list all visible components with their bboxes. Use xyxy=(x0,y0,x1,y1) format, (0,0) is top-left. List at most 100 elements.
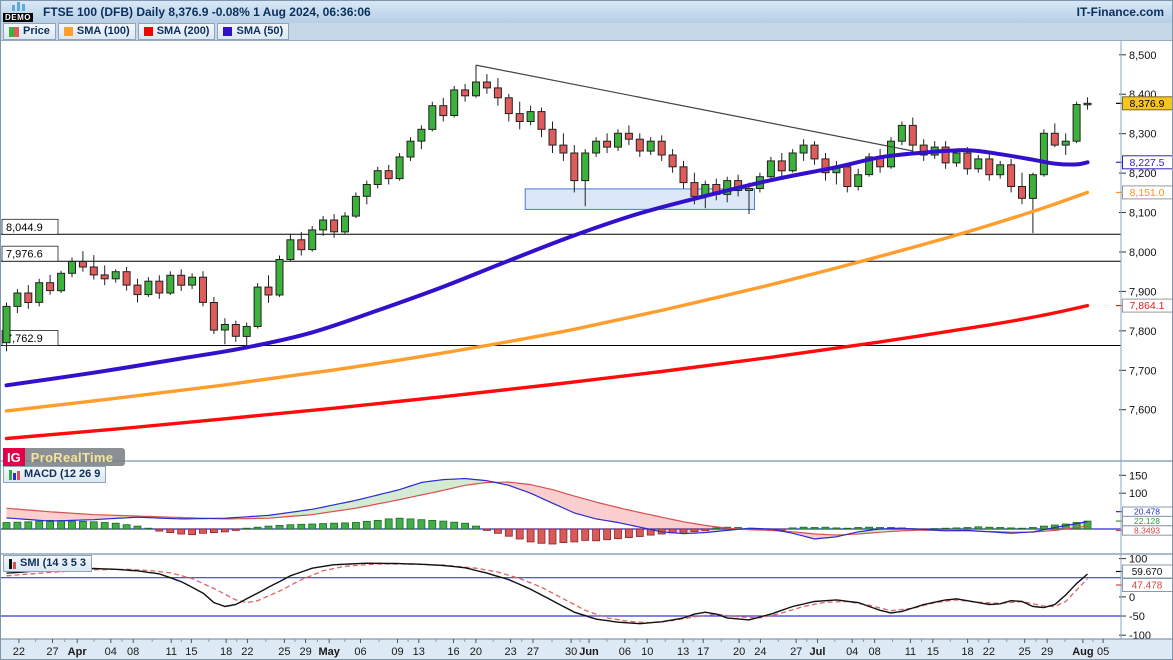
candle-body[interactable] xyxy=(178,275,185,285)
provider-logo[interactable]: IG ProRealTime xyxy=(3,448,125,466)
candle-body[interactable] xyxy=(811,145,818,159)
candle-body[interactable] xyxy=(844,167,851,187)
candle-body[interactable] xyxy=(47,283,54,291)
candle-body[interactable] xyxy=(58,273,65,290)
candle-body[interactable] xyxy=(997,165,1004,175)
legend-tab-price[interactable]: Price xyxy=(3,23,56,40)
candle-body[interactable] xyxy=(1062,141,1069,145)
candle-body[interactable] xyxy=(462,90,469,96)
candle-body[interactable] xyxy=(473,82,480,96)
brand-link[interactable]: IT-Finance.com xyxy=(1077,5,1164,19)
candle-body[interactable] xyxy=(909,125,916,145)
smi-indicator-tab[interactable]: SMI (14 3 5 3 xyxy=(3,555,92,572)
candle-body[interactable] xyxy=(1008,165,1015,187)
candle-body[interactable] xyxy=(145,281,152,294)
candle-body[interactable] xyxy=(669,155,676,167)
candle-body[interactable] xyxy=(647,141,654,151)
candle-body[interactable] xyxy=(1029,175,1036,199)
candle-body[interactable] xyxy=(320,220,327,230)
candle-body[interactable] xyxy=(451,90,458,116)
candle-body[interactable] xyxy=(36,283,43,303)
candle-body[interactable] xyxy=(101,275,108,279)
candle-body[interactable] xyxy=(407,141,414,157)
candle-body[interactable] xyxy=(221,325,228,331)
candle-body[interactable] xyxy=(385,171,392,179)
sma100-line[interactable] xyxy=(7,192,1088,411)
candle-body[interactable] xyxy=(538,112,545,130)
candle-body[interactable] xyxy=(604,141,611,147)
legend-tab-sma-50[interactable]: SMA (50) xyxy=(217,23,289,40)
candle-body[interactable] xyxy=(396,157,403,179)
candle-body[interactable] xyxy=(789,153,796,171)
candle-body[interactable] xyxy=(418,129,425,141)
sma200-line[interactable] xyxy=(7,306,1088,439)
candle-body[interactable] xyxy=(309,230,316,250)
candle-body[interactable] xyxy=(254,287,261,326)
candle-body[interactable] xyxy=(898,125,905,141)
candle-body[interactable] xyxy=(298,240,305,250)
candle-body[interactable] xyxy=(516,114,523,122)
candle-body[interactable] xyxy=(374,171,381,185)
candle-body[interactable] xyxy=(331,220,338,232)
candle-body[interactable] xyxy=(352,196,359,216)
candle-body[interactable] xyxy=(658,141,665,155)
candle-body[interactable] xyxy=(494,88,501,98)
candle-body[interactable] xyxy=(79,262,86,268)
candle-body[interactable] xyxy=(800,145,807,153)
candle-body[interactable] xyxy=(1073,105,1080,142)
candle-body[interactable] xyxy=(560,145,567,153)
candle-body[interactable] xyxy=(440,106,447,116)
candle-body[interactable] xyxy=(200,277,207,302)
candle-body[interactable] xyxy=(582,153,589,181)
candle-body[interactable] xyxy=(1040,133,1047,174)
candle-body[interactable] xyxy=(90,267,97,275)
candle-body[interactable] xyxy=(953,153,960,163)
candle-body[interactable] xyxy=(778,161,785,171)
sma50-line[interactable] xyxy=(7,150,1088,385)
candle-body[interactable] xyxy=(69,262,76,274)
candle-body[interactable] xyxy=(210,303,217,331)
candle-body[interactable] xyxy=(14,293,21,306)
candle-body[interactable] xyxy=(964,153,971,169)
candle-body[interactable] xyxy=(691,183,698,197)
candle-body[interactable] xyxy=(265,287,272,295)
candle-body[interactable] xyxy=(615,133,622,147)
candle-body[interactable] xyxy=(134,285,141,295)
candle-body[interactable] xyxy=(112,272,119,279)
candle-body[interactable] xyxy=(1051,133,1058,145)
candle-body[interactable] xyxy=(1084,103,1091,105)
candle-body[interactable] xyxy=(483,82,490,88)
candle-body[interactable] xyxy=(3,306,10,342)
candle-body[interactable] xyxy=(636,139,643,151)
candle-body[interactable] xyxy=(571,153,578,181)
chart-canvas[interactable]: 8,044.97,976.67,762.98,5008,4008,3008,20… xyxy=(1,41,1173,660)
candle-body[interactable] xyxy=(593,141,600,153)
candle-body[interactable] xyxy=(167,275,174,293)
candle-body[interactable] xyxy=(746,189,753,191)
candle-body[interactable] xyxy=(527,112,534,122)
candle-body[interactable] xyxy=(243,327,250,337)
candle-body[interactable] xyxy=(25,293,32,303)
candle-body[interactable] xyxy=(975,159,982,169)
candle-body[interactable] xyxy=(156,281,163,293)
candle-body[interactable] xyxy=(363,185,370,197)
candle-body[interactable] xyxy=(342,216,349,232)
candle-body[interactable] xyxy=(549,129,556,145)
smi-signal-line[interactable] xyxy=(7,564,1088,623)
candle-body[interactable] xyxy=(189,277,196,285)
candle-body[interactable] xyxy=(1019,187,1026,199)
candle-body[interactable] xyxy=(505,98,512,114)
candle-body[interactable] xyxy=(680,167,687,183)
candle-body[interactable] xyxy=(986,159,993,175)
legend-tab-sma-200[interactable]: SMA (200) xyxy=(138,23,216,40)
candle-body[interactable] xyxy=(123,272,130,285)
candle-body[interactable] xyxy=(767,161,774,177)
candle-body[interactable] xyxy=(855,175,862,187)
legend-tab-sma-100[interactable]: SMA (100) xyxy=(58,23,136,40)
candle-body[interactable] xyxy=(232,325,239,337)
candle-body[interactable] xyxy=(287,240,294,260)
candle-body[interactable] xyxy=(276,260,283,296)
candle-body[interactable] xyxy=(625,133,632,139)
candle-body[interactable] xyxy=(429,106,436,130)
macd-indicator-tab[interactable]: MACD (12 26 9 xyxy=(3,466,106,483)
